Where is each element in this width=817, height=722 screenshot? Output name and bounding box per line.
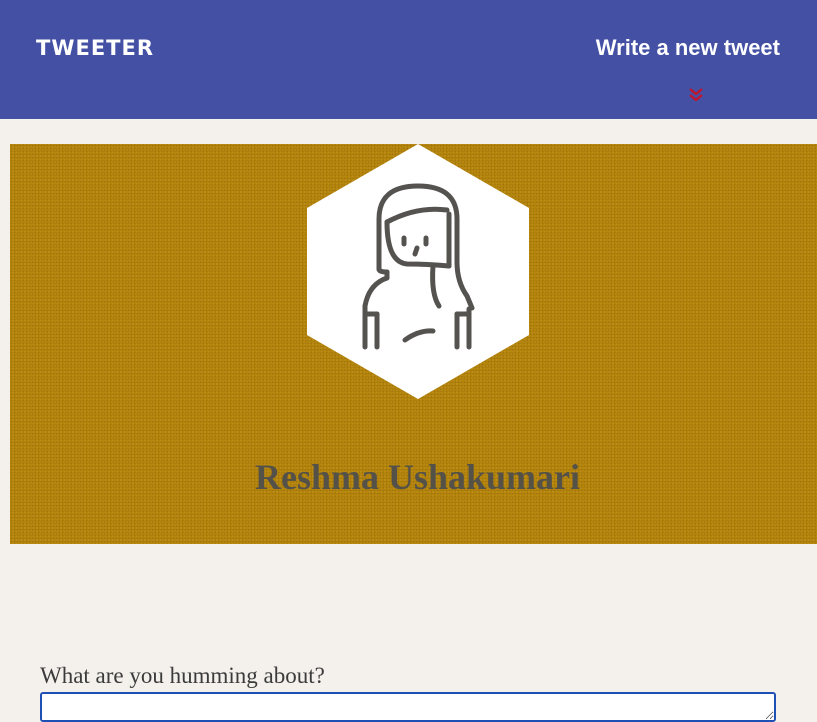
profile-name: Reshma Ushakumari [254, 457, 581, 497]
write-new-tweet-link[interactable]: Write a new tweet [596, 35, 780, 61]
top-navbar: TWEETER Write a new tweet [0, 0, 817, 119]
tweet-input[interactable] [40, 692, 776, 722]
profile-banner: Reshma Ushakumari [10, 144, 817, 544]
new-tweet-section: What are you humming about? [40, 663, 777, 722]
woman-avatar-icon [307, 144, 529, 399]
tweet-prompt-label: What are you humming about? [40, 663, 325, 688]
double-chevron-down-icon[interactable] [687, 86, 705, 104]
app-logo[interactable]: TWEETER [36, 36, 154, 60]
